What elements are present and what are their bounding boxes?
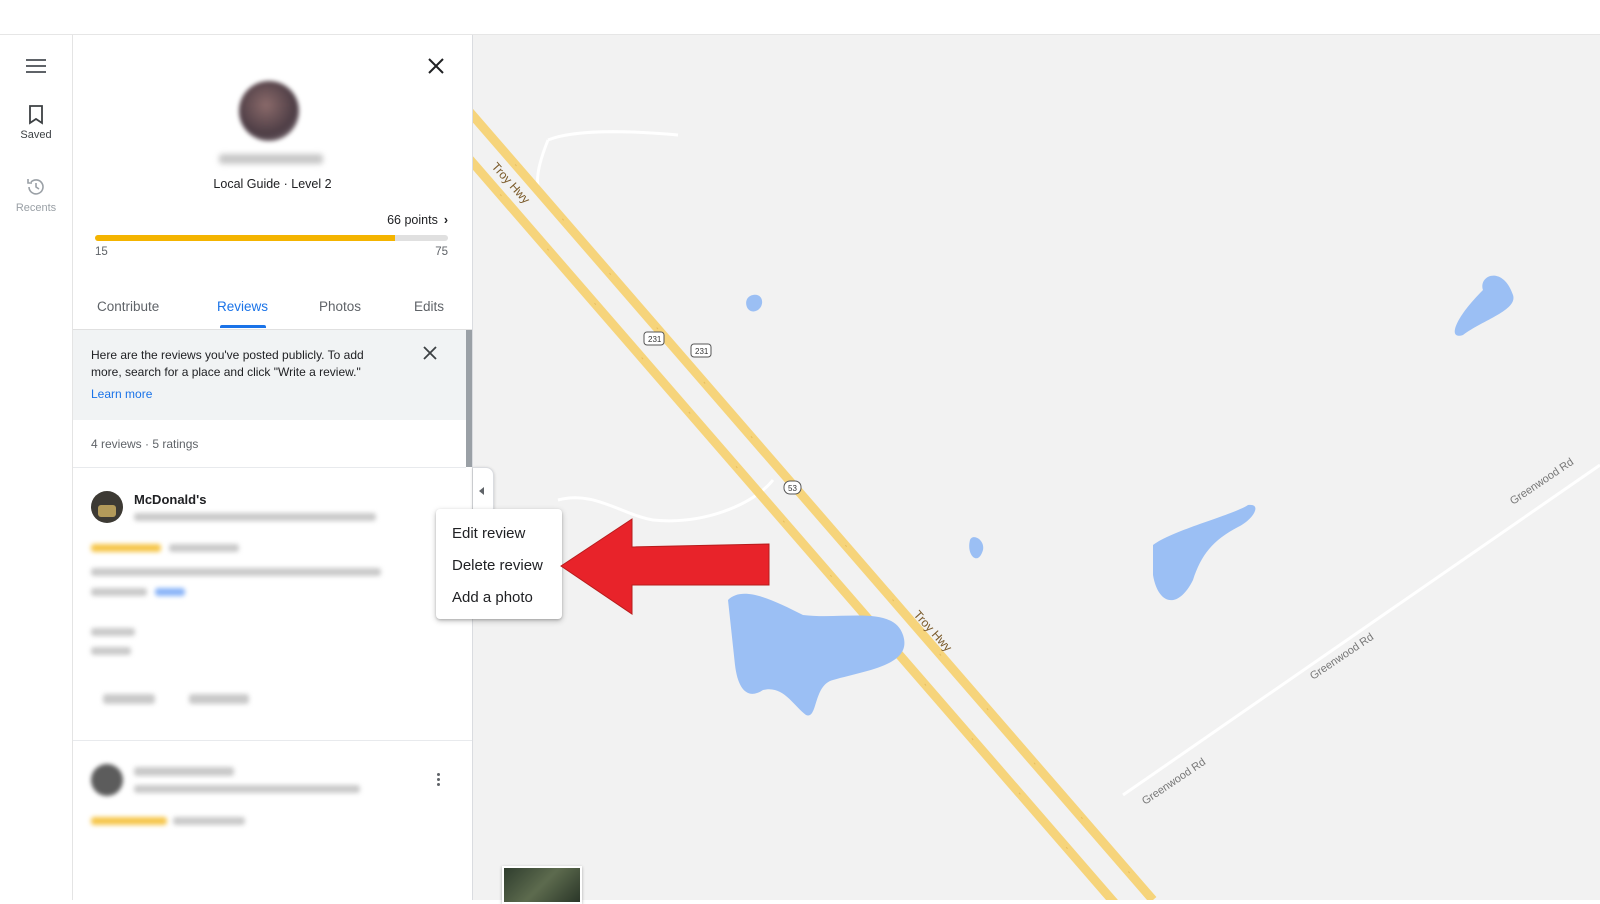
annotation-arrow (560, 518, 770, 615)
review-place-name[interactable]: McDonald's (134, 492, 206, 507)
progress-max-label: 75 (435, 246, 448, 258)
rail-item-label: Saved (20, 129, 52, 141)
place-address-redacted (134, 785, 360, 793)
detail-value-redacted (91, 647, 131, 655)
rail-item-label: Recents (15, 202, 57, 214)
delete-review-menu-item[interactable]: Delete review (452, 557, 543, 574)
profile-avatar (239, 81, 299, 141)
progress-fill (95, 235, 396, 241)
review-rating-counts: 4 reviews · 5 ratings (91, 437, 199, 451)
star-rating-redacted (91, 544, 161, 552)
reviews-info-notice: Here are the reviews you've posted publi… (73, 330, 466, 420)
svg-text:53: 53 (788, 484, 797, 493)
tab-edits[interactable]: Edits (414, 299, 444, 314)
tab-contribute[interactable]: Contribute (97, 299, 159, 314)
points-text: 66 points (387, 213, 438, 227)
svg-text:Greenwood Rd: Greenwood Rd (1308, 631, 1376, 682)
star-rating-redacted (91, 817, 167, 825)
rail-item-saved[interactable]: Saved (0, 105, 72, 141)
route-shield: 53 (783, 480, 802, 495)
history-icon (27, 179, 44, 195)
place-avatar[interactable] (91, 764, 123, 796)
learn-more-link[interactable]: Learn more (91, 387, 152, 401)
profile-name-redacted (219, 154, 323, 164)
close-icon[interactable] (423, 53, 449, 79)
divider (73, 740, 472, 741)
close-notice-icon[interactable] (422, 345, 438, 361)
divider (73, 467, 466, 468)
bookmark-icon (29, 105, 43, 125)
svg-text:231: 231 (695, 347, 709, 356)
rail-item-recents[interactable]: Recents (0, 176, 72, 214)
active-tab-indicator (220, 325, 266, 328)
profile-tabs: Contribute Reviews Photos Edits (73, 285, 472, 330)
chevron-right-icon: › (443, 213, 448, 227)
scrollbar[interactable] (466, 330, 472, 467)
review-context-menu: Edit review Delete review Add a photo (436, 509, 562, 619)
local-guide-level: Local Guide · Level 2 (213, 177, 332, 191)
svg-text:Greenwood Rd: Greenwood Rd (1508, 456, 1576, 507)
side-rail: Saved Recents (0, 35, 73, 900)
map-canvas[interactable]: Troy Hwy Troy Hwy Greenwood Rd Greenwood… (473, 35, 1600, 900)
hamburger-menu-icon[interactable] (26, 59, 46, 75)
route-shield: 231 (643, 331, 665, 346)
contributions-panel: Local Guide · Level 2 66 points › 15 75 C… (73, 35, 473, 900)
satellite-layer-thumbnail[interactable] (502, 866, 582, 904)
like-button-redacted[interactable] (103, 694, 155, 704)
place-avatar[interactable] (91, 491, 123, 523)
points-link[interactable]: 66 points › (387, 213, 448, 227)
tab-reviews[interactable]: Reviews (217, 299, 268, 314)
review-text-redacted (91, 568, 381, 576)
road-label-greenwood-rd: Greenwood Rd (1508, 456, 1576, 507)
road-label-greenwood-rd: Greenwood Rd (1308, 631, 1376, 682)
progress-min-label: 15 (95, 246, 108, 258)
add-photo-menu-item[interactable]: Add a photo (452, 589, 533, 606)
svg-text:Greenwood Rd: Greenwood Rd (1140, 756, 1208, 807)
svg-text:231: 231 (648, 335, 662, 344)
detail-label-redacted (91, 628, 135, 636)
review-date-redacted (169, 544, 239, 552)
route-shield: 231 (690, 343, 712, 358)
tab-photos[interactable]: Photos (319, 299, 361, 314)
edit-review-menu-item[interactable]: Edit review (452, 525, 525, 542)
place-address-redacted (134, 513, 376, 521)
share-button-redacted[interactable] (189, 694, 249, 704)
level-progress-bar (95, 235, 448, 241)
place-name-redacted (134, 767, 234, 776)
more-options-icon[interactable] (428, 771, 448, 791)
more-link-redacted (155, 588, 185, 596)
notice-text: Here are the reviews you've posted publi… (91, 348, 364, 379)
review-date-redacted (173, 817, 245, 825)
top-bar (0, 0, 1600, 35)
road-label-greenwood-rd: Greenwood Rd (1140, 756, 1208, 807)
review-text-redacted (91, 588, 147, 596)
